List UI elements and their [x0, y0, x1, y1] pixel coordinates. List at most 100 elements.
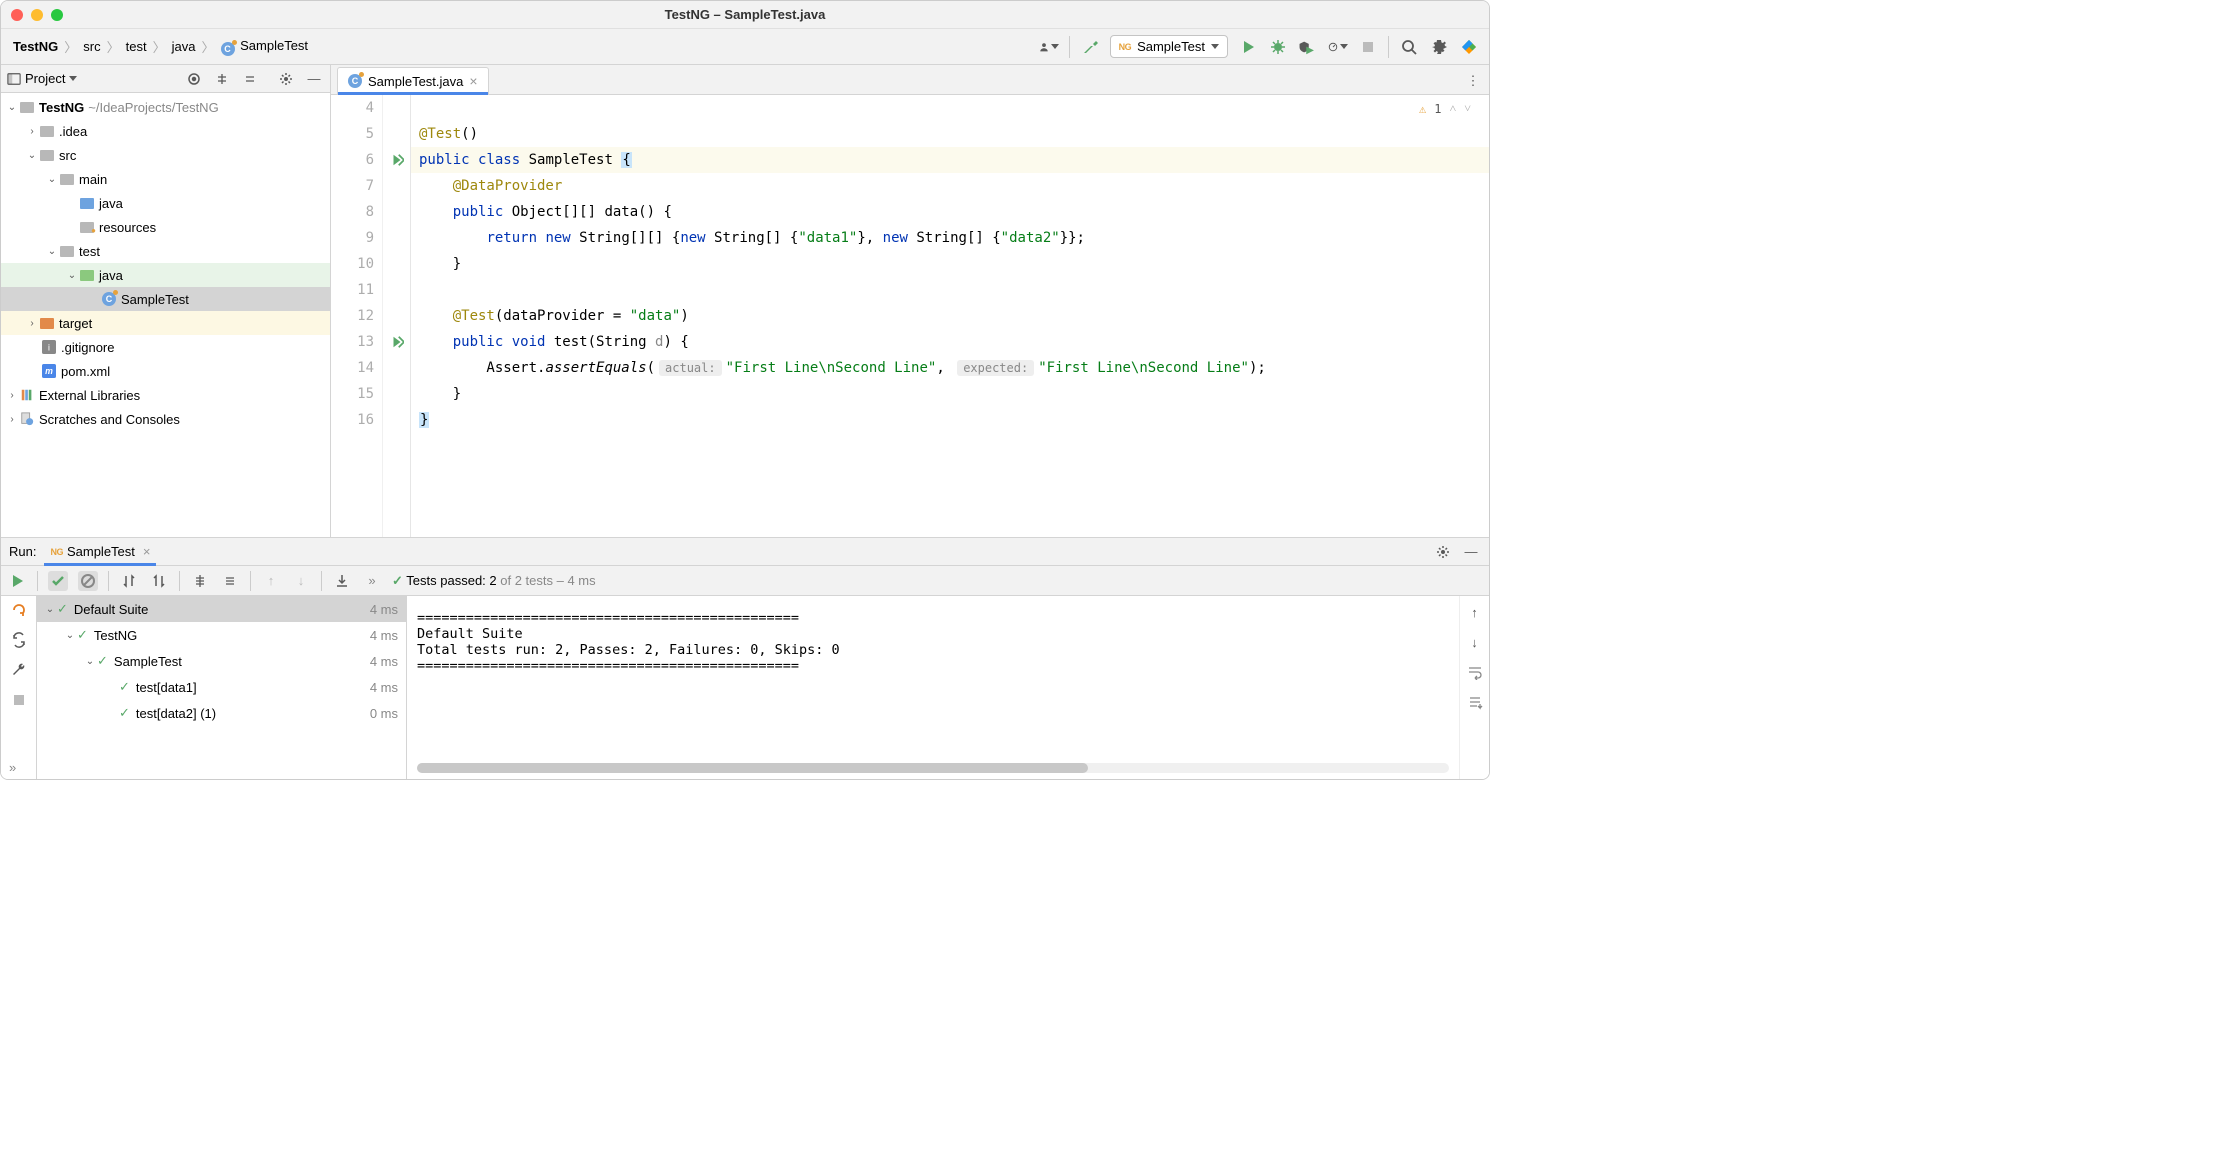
- test-group-row[interactable]: ⌄ ✓ TestNG 4 ms: [37, 622, 406, 648]
- tree-main-java[interactable]: java: [1, 191, 330, 215]
- tree-main[interactable]: ⌄ main: [1, 167, 330, 191]
- code-line[interactable]: [411, 277, 1489, 303]
- expand-arrow[interactable]: ›: [5, 414, 19, 425]
- tree-gitignore[interactable]: i .gitignore: [1, 335, 330, 359]
- wrench-icon[interactable]: [9, 660, 29, 680]
- expand-all-icon[interactable]: [212, 69, 232, 89]
- code-content[interactable]: ⚠ 1 ˄ ˅ @Test() public class SampleTest …: [411, 95, 1489, 537]
- project-view-select[interactable]: Project: [7, 71, 77, 86]
- code-line[interactable]: @DataProvider: [411, 173, 1489, 199]
- next-failed-icon[interactable]: ↓: [291, 571, 311, 591]
- run-icon[interactable]: [7, 571, 27, 591]
- chevron-up-icon[interactable]: ˄: [1449, 101, 1456, 116]
- expand-arrow[interactable]: ⌄: [65, 270, 79, 281]
- gear-icon[interactable]: [1433, 542, 1453, 562]
- collapse-all-icon[interactable]: [240, 69, 260, 89]
- expand-arrow[interactable]: ⌄: [63, 630, 77, 641]
- run-gutter-icon[interactable]: [383, 329, 410, 355]
- expand-arrow[interactable]: ⌄: [5, 102, 19, 113]
- tree-project-root[interactable]: ⌄ TestNG ~/IdeaProjects/TestNG: [1, 95, 330, 119]
- code-line[interactable]: @Test(dataProvider = "data"): [411, 303, 1489, 329]
- gear-icon[interactable]: [1429, 37, 1449, 57]
- sort-icon[interactable]: [119, 571, 139, 591]
- sort-alpha-icon[interactable]: [149, 571, 169, 591]
- export-icon[interactable]: [332, 571, 352, 591]
- run-button[interactable]: [1238, 37, 1258, 57]
- tree-pom[interactable]: m pom.xml: [1, 359, 330, 383]
- close-icon[interactable]: ×: [469, 73, 477, 89]
- console-output[interactable]: ========================================…: [407, 596, 1459, 763]
- tree-target[interactable]: › target: [1, 311, 330, 335]
- code-line[interactable]: }: [411, 251, 1489, 277]
- code-line[interactable]: return new String[][] {new String[] {"da…: [411, 225, 1489, 251]
- expand-all-icon[interactable]: [190, 571, 210, 591]
- soft-wrap-icon[interactable]: [1465, 662, 1485, 682]
- more-icon[interactable]: ⋮: [1463, 71, 1483, 91]
- ide-logo-icon[interactable]: [1459, 37, 1479, 57]
- tree-idea[interactable]: › .idea: [1, 119, 330, 143]
- gear-icon[interactable]: [276, 69, 296, 89]
- horizontal-scrollbar[interactable]: [417, 763, 1449, 773]
- more-icon[interactable]: »: [362, 571, 382, 591]
- scroll-to-end-icon[interactable]: [1465, 692, 1485, 712]
- code-line[interactable]: }: [411, 407, 1489, 433]
- stop-button[interactable]: [1358, 37, 1378, 57]
- run-gutter-icon[interactable]: [383, 147, 410, 173]
- collapse-all-icon[interactable]: [220, 571, 240, 591]
- code-line[interactable]: @Test(): [411, 121, 1489, 147]
- close-window-button[interactable]: [11, 9, 23, 21]
- test-item-row[interactable]: ✓ test[data1] 4 ms: [37, 674, 406, 700]
- expand-arrow[interactable]: ⌄: [25, 150, 39, 161]
- tree-ext-libs[interactable]: › External Libraries: [1, 383, 330, 407]
- run-config-select[interactable]: NG SampleTest: [1110, 35, 1228, 58]
- test-item-row[interactable]: ✓ test[data2] (1) 0 ms: [37, 700, 406, 726]
- code-line[interactable]: }: [411, 381, 1489, 407]
- prev-failed-icon[interactable]: ↑: [261, 571, 281, 591]
- search-icon[interactable]: [1399, 37, 1419, 57]
- expand-arrow[interactable]: ⌄: [83, 656, 97, 667]
- breadcrumb-file[interactable]: C SampleTest: [219, 36, 311, 58]
- project-tree[interactable]: ⌄ TestNG ~/IdeaProjects/TestNG › .idea ⌄…: [1, 93, 330, 537]
- build-icon[interactable]: [1080, 37, 1100, 57]
- tree-test-java[interactable]: ⌄ java: [1, 263, 330, 287]
- user-icon[interactable]: [1039, 37, 1059, 57]
- scroll-down-icon[interactable]: ↓: [1465, 632, 1485, 652]
- tree-resources[interactable]: ● resources: [1, 215, 330, 239]
- code-line[interactable]: public class SampleTest {: [411, 147, 1489, 173]
- hide-icon[interactable]: —: [304, 69, 324, 89]
- code-line[interactable]: public Object[][] data() {: [411, 199, 1489, 225]
- expand-arrow[interactable]: ›: [25, 126, 39, 137]
- scroll-up-icon[interactable]: ↑: [1465, 602, 1485, 622]
- select-opened-file-icon[interactable]: [184, 69, 204, 89]
- breadcrumb-test[interactable]: test: [124, 37, 149, 56]
- expand-arrow[interactable]: ›: [5, 390, 19, 401]
- test-class-row[interactable]: ⌄ ✓ SampleTest 4 ms: [37, 648, 406, 674]
- expand-arrow[interactable]: ⌄: [43, 604, 57, 615]
- debug-button[interactable]: [1268, 37, 1288, 57]
- chevron-down-icon[interactable]: ˅: [1464, 101, 1471, 116]
- toggle-auto-test-icon[interactable]: [9, 630, 29, 650]
- editor-inspections[interactable]: ⚠ 1 ˄ ˅: [1419, 101, 1471, 116]
- tree-sample-test[interactable]: C SampleTest: [1, 287, 330, 311]
- hide-icon[interactable]: —: [1461, 542, 1481, 562]
- code-line[interactable]: [411, 95, 1489, 121]
- expand-arrow[interactable]: ⌄: [45, 174, 59, 185]
- test-suite-row[interactable]: ⌄ ✓ Default Suite 4 ms: [37, 596, 406, 622]
- code-line[interactable]: Assert.assertEquals(actual:"First Line\n…: [411, 355, 1489, 381]
- close-icon[interactable]: ×: [143, 544, 151, 559]
- breadcrumb-project[interactable]: TestNG: [11, 37, 60, 56]
- tree-scratches[interactable]: › Scratches and Consoles: [1, 407, 330, 431]
- run-tab[interactable]: NG SampleTest ×: [44, 542, 156, 561]
- editor[interactable]: 4 5 6 7 8 9 10 11 12 13 14 15 16: [331, 95, 1489, 537]
- profile-button[interactable]: [1328, 37, 1348, 57]
- expand-arrow[interactable]: ⌄: [45, 246, 59, 257]
- breadcrumb-src[interactable]: src: [81, 37, 102, 56]
- rerun-failed-icon[interactable]: [9, 600, 29, 620]
- stop-icon[interactable]: [9, 690, 29, 710]
- show-passed-icon[interactable]: [48, 571, 68, 591]
- breadcrumb[interactable]: TestNG 〉 src 〉 test 〉 java 〉 C SampleTes…: [11, 36, 310, 58]
- breadcrumb-java[interactable]: java: [170, 37, 198, 56]
- expand-arrow[interactable]: ›: [25, 318, 39, 329]
- coverage-button[interactable]: ▶: [1298, 37, 1318, 57]
- maximize-window-button[interactable]: [51, 9, 63, 21]
